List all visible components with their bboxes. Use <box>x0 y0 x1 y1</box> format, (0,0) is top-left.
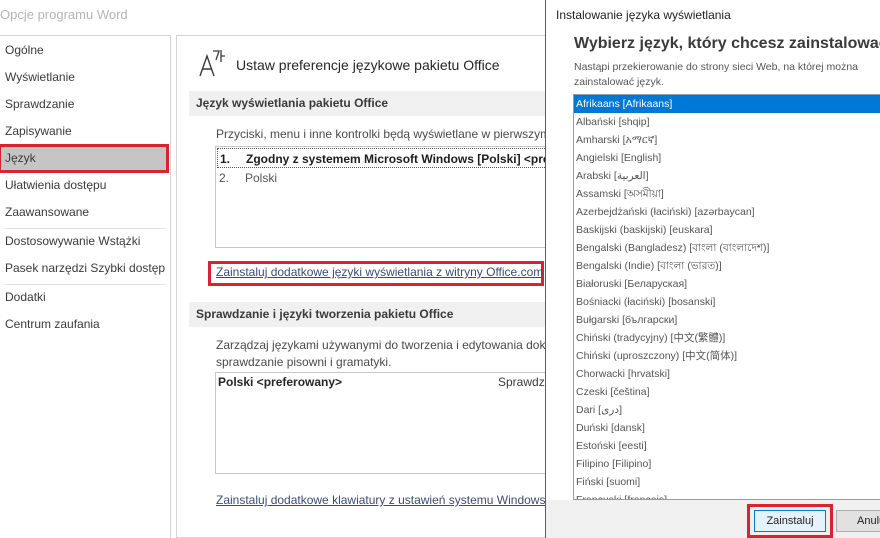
language-list-item[interactable]: Czeski [čeština] <box>574 383 880 401</box>
language-list-item[interactable]: Dari [دری] <box>574 401 880 419</box>
language-list-item[interactable]: Angielski [English] <box>574 149 880 167</box>
sidebar-item-customize-ribbon[interactable]: Dostosowywanie Wstążki <box>0 228 169 255</box>
language-list-item[interactable]: Fiński [suomi] <box>574 473 880 491</box>
list-item-number: 1. <box>220 152 231 166</box>
list-item-number: 2. <box>219 171 230 185</box>
language-list-item[interactable]: Chiński (uproszczony) [中文(简体)] <box>574 347 880 365</box>
options-sidebar: Ogólne Wyświetlanie Sprawdzanie Zapisywa… <box>0 35 171 538</box>
language-list-item[interactable]: Azerbejdżański (łaciński) [azərbaycan] <box>574 203 880 221</box>
language-list[interactable]: Afrikaans [Afrikaans] Albański [shqip] Amh… <box>573 94 880 500</box>
install-display-languages-link[interactable]: Zainstaluj dodatkowe języki wyświetlania… <box>216 265 543 279</box>
sidebar-item-quick-access-toolbar[interactable]: Pasek narzędzi Szybki dostęp <box>0 255 169 282</box>
language-highlight-box <box>0 144 169 173</box>
authoring-language-list[interactable]: Polski <preferowany> Sprawdzanie <box>215 372 576 474</box>
language-list-item[interactable]: Chorwacki [hrvatski] <box>574 365 880 383</box>
display-language-section-title: Język wyświetlania pakietu Office <box>189 91 576 116</box>
list-item[interactable]: 1. Zgodny z systemem Microsoft Windows [P… <box>217 148 576 168</box>
language-list-item[interactable]: Bułgarski [български] <box>574 311 880 329</box>
language-list-item[interactable]: Afrikaans [Afrikaans] <box>574 95 880 113</box>
sidebar-item-general[interactable]: Ogólne <box>0 37 169 64</box>
dialog-note: Nastąpi przekierowanie do strony sieci W… <box>574 61 859 88</box>
language-list-item[interactable]: Baskijski (baskijski) [euskara] <box>574 221 880 239</box>
language-list-item[interactable]: Bengalski (Bangladesz) [বাংলা (বাংলাদেশ)… <box>574 239 880 257</box>
authoring-description-line2: sprawdzanie pisowni i gramatyki. <box>216 355 392 369</box>
language-list-item[interactable]: Francuski [français] <box>574 491 880 499</box>
sidebar-item-display[interactable]: Wyświetlanie <box>0 64 169 91</box>
sidebar-item-accessibility[interactable]: Ułatwienia dostępu <box>0 172 169 199</box>
install-keyboards-link[interactable]: Zainstaluj dodatkowe klawiatury z ustawi… <box>216 493 545 507</box>
sidebar-item-addins[interactable]: Dodatki <box>0 284 169 311</box>
language-list-item[interactable]: Arabski [العربية] <box>574 167 880 185</box>
display-language-list[interactable]: 1. Zgodny z systemem Microsoft Windows [P… <box>215 146 576 248</box>
dialog-title: Instalowanie języka wyświetlania <box>556 8 731 22</box>
dialog-heading: Wybierz język, który chcesz zainstalować… <box>574 35 880 52</box>
authoring-language-section-title: Sprawdzanie i języki tworzenia pakietu O… <box>189 302 576 327</box>
language-list-item[interactable]: Chiński (tradycyjny) [中文(繁體)] <box>574 329 880 347</box>
language-list-item[interactable]: Filipino [Filipino] <box>574 455 880 473</box>
sidebar-item-proofing[interactable]: Sprawdzanie <box>0 91 169 118</box>
cancel-button[interactable]: Anuluj <box>836 510 880 532</box>
language-list-item[interactable]: Albański [shqip] <box>574 113 880 131</box>
authoring-description-line1: Zarządzaj językami używanymi do tworzeni… <box>216 338 576 352</box>
sidebar-item-save[interactable]: Zapisywanie <box>0 118 169 145</box>
window-title: Opcje programu Word <box>0 7 128 22</box>
sidebar-item-trust-center[interactable]: Centrum zaufania <box>0 311 169 338</box>
language-list-item[interactable]: Białoruski [Беларуская] <box>574 275 880 293</box>
language-icon <box>199 50 225 77</box>
install-language-dialog: Instalowanie języka wyświetlania Wybierz… <box>545 0 880 538</box>
language-list-item[interactable]: Bengalski (Indie) [বাংলা (ভারত)] <box>574 257 880 275</box>
install-button-highlight-box <box>747 504 833 538</box>
language-list-item[interactable]: Estoński [eesti] <box>574 437 880 455</box>
list-item-label: Polski <box>245 171 278 185</box>
options-main-panel: Ustaw preferencje językowe pakietu Offic… <box>176 35 576 538</box>
language-list-item[interactable]: Duński [dansk] <box>574 419 880 437</box>
page-title: Ustaw preferencje językowe pakietu Offic… <box>236 57 500 73</box>
dialog-footer: Zainstaluj Anuluj <box>546 500 880 538</box>
language-list-item[interactable]: Assamski [অসমীয়া] <box>574 185 880 203</box>
list-item-label: Zgodny z systemem Microsoft Windows [Pol… <box>246 152 576 166</box>
list-item[interactable]: 2. Polski <box>219 168 277 188</box>
language-list-item[interactable]: Bośniacki (łaciński) [bosanski] <box>574 293 880 311</box>
sidebar-item-advanced[interactable]: Zaawansowane <box>0 199 169 226</box>
authoring-list-item[interactable]: Polski <preferowany> <box>218 375 342 389</box>
display-language-description: Przyciski, menu i inne kontrolki będą wy… <box>216 127 551 141</box>
language-list-item[interactable]: Amharski [አማርኛ] <box>574 131 880 149</box>
